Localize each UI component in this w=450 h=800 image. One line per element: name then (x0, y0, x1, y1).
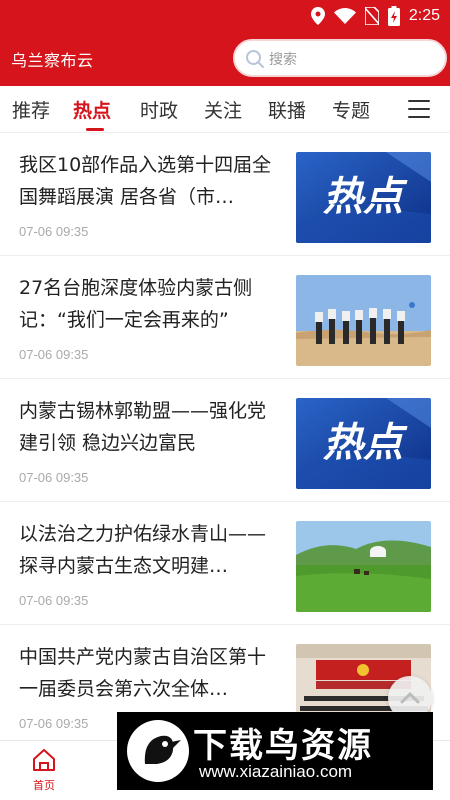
app-title: 乌兰察布云 (11, 51, 94, 70)
tab-follow[interactable]: 关注 (204, 96, 242, 123)
location-icon (310, 7, 325, 25)
news-item[interactable]: 以法治之力护佑绿水青山——探寻内蒙古生态文明建… 07-06 09:35 (0, 502, 450, 625)
tab-recommend[interactable]: 推荐 (12, 96, 50, 123)
bird-logo-icon (127, 720, 189, 782)
news-thumbnail: 热点 (296, 152, 431, 243)
status-time: 2:25 (408, 7, 440, 24)
news-thumbnail: 热点 (296, 398, 431, 489)
news-title: 我区10部作品入选第十四届全国舞蹈展演 居各省（市… (19, 154, 272, 208)
news-item[interactable]: 27名台胞深度体验内蒙古侧记：“我们一定会再来的” 07-06 09:35 (0, 256, 450, 379)
news-thumbnail (296, 275, 431, 366)
wifi-icon (333, 8, 356, 24)
menu-icon[interactable] (408, 100, 430, 120)
news-item[interactable]: 内蒙古锡林郭勒盟——强化党建引领 稳边兴边富民 07-06 09:35 热点 (0, 379, 450, 502)
search-input[interactable]: 搜索 (233, 39, 447, 77)
news-time: 07-06 09:35 (19, 470, 89, 485)
news-time: 07-06 09:35 (19, 716, 89, 731)
status-bar: 2:25 (0, 0, 450, 32)
tab-hot[interactable]: 热点 (73, 96, 111, 123)
thumb-hot-text: 热点 (323, 420, 408, 466)
news-time: 07-06 09:35 (19, 224, 89, 239)
nav-home[interactable]: 首页 (26, 749, 62, 793)
news-title: 27名台胞深度体验内蒙古侧记：“我们一定会再来的” (19, 277, 253, 331)
search-placeholder: 搜索 (269, 52, 297, 68)
news-time: 07-06 09:35 (19, 593, 89, 608)
active-tab-indicator (86, 128, 104, 131)
app-header: 乌兰察布云 搜索 (0, 32, 450, 86)
category-tabs: 推荐 热点 时政 关注 联播 专题 (0, 86, 450, 133)
news-thumbnail (296, 521, 431, 612)
news-title: 以法治之力护佑绿水青山——探寻内蒙古生态文明建… (19, 523, 267, 577)
search-icon (246, 50, 264, 68)
watermark-banner: 下载鸟资源 www.xiazainiao.com (117, 712, 433, 790)
news-title: 中国共产党内蒙古自治区第十一届委员会第六次全体… (19, 646, 267, 700)
home-icon (33, 749, 55, 771)
tab-politics[interactable]: 时政 (140, 96, 178, 123)
news-title: 内蒙古锡林郭勒盟——强化党建引领 稳边兴边富民 (19, 400, 267, 454)
news-item[interactable]: 我区10部作品入选第十四届全国舞蹈展演 居各省（市… 07-06 09:35 热… (0, 133, 450, 256)
thumb-hot-text: 热点 (323, 174, 408, 220)
no-sim-icon (364, 7, 379, 25)
battery-icon (387, 6, 400, 26)
desert-group-photo (296, 275, 431, 366)
watermark-title: 下载鸟资源 (193, 726, 373, 766)
news-time: 07-06 09:35 (19, 347, 89, 362)
tab-broadcast[interactable]: 联播 (268, 96, 306, 123)
watermark-url: www.xiazainiao.com (199, 762, 353, 781)
grassland-photo (296, 521, 431, 612)
news-list: 我区10部作品入选第十四届全国舞蹈展演 居各省（市… 07-06 09:35 热… (0, 133, 450, 740)
nav-home-label: 首页 (33, 779, 55, 792)
tab-special[interactable]: 专题 (332, 96, 370, 123)
